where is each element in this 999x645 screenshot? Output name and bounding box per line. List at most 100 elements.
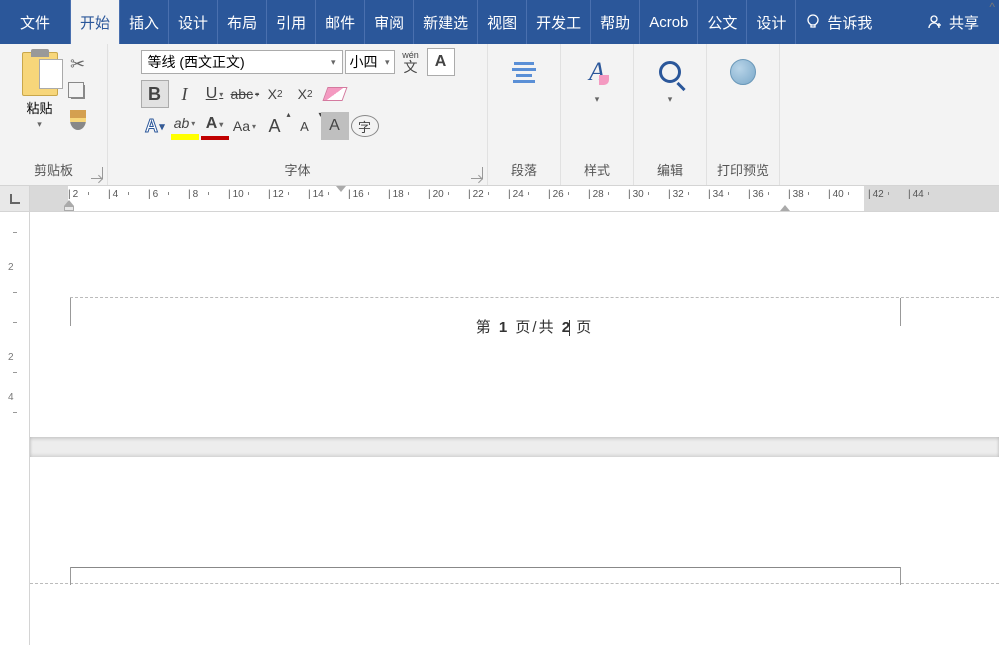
ruler-tick: 36 (748, 189, 764, 200)
font-launcher[interactable] (471, 167, 483, 179)
ruler-tick: 2 (68, 189, 78, 200)
paragraph-button[interactable] (494, 48, 554, 88)
footer-left-margin (70, 298, 71, 326)
strikethrough-button[interactable]: abc▾ (231, 80, 260, 108)
copy-button[interactable] (68, 82, 88, 102)
ribbon-tabs: 文件 开始 插入 设计 布局 引用 邮件 审阅 新建选 视图 开发工 帮助 Ac… (0, 0, 999, 44)
font-size-select[interactable]: 小四 ▾ (345, 50, 395, 74)
text-effects-button[interactable]: A▾ (141, 112, 169, 140)
vruler-tick: 4 (8, 392, 14, 403)
tab-view[interactable]: 视图 (478, 0, 527, 44)
tab-file[interactable]: 文件 (0, 0, 71, 44)
ruler-tick: 6 (148, 189, 158, 200)
ruler-tick: 28 (588, 189, 604, 200)
ruler-tick: 24 (508, 189, 524, 200)
tab-review[interactable]: 审阅 (365, 0, 414, 44)
ruler-tick: 20 (428, 189, 444, 200)
cut-button[interactable]: ✂ (68, 54, 88, 74)
subscript-button[interactable]: X2 (261, 80, 289, 108)
page-gap[interactable] (30, 437, 999, 457)
collapse-ribbon-button[interactable]: ^ (989, 0, 995, 14)
char-shading-button[interactable]: A (321, 112, 349, 140)
print-preview-button[interactable] (713, 48, 773, 88)
grow-font-button[interactable]: A (261, 112, 289, 140)
ruler-tick: 38 (788, 189, 804, 200)
tab-home[interactable]: 开始 (71, 0, 120, 44)
font-group-label: 字体 (284, 156, 310, 185)
ruler-tick: 10 (228, 189, 244, 200)
tab-design[interactable]: 设计 (169, 0, 218, 44)
right-indent-marker[interactable] (780, 205, 790, 211)
header-left-margin (70, 567, 71, 585)
font-color-button[interactable]: A▾ (201, 112, 229, 140)
header-right-margin (900, 567, 901, 585)
print-preview-icon (727, 56, 759, 88)
ruler-tick: 18 (388, 189, 404, 200)
eraser-icon (323, 87, 348, 101)
horizontal-ruler[interactable]: 2468101214161820222426283032343638404244 (30, 186, 999, 211)
pn-prefix: 第 (476, 319, 499, 336)
tab-references[interactable]: 引用 (267, 0, 316, 44)
footer-right-margin (900, 298, 901, 326)
bold-button[interactable]: B (141, 80, 169, 108)
tab-gongwen[interactable]: 公文 (698, 0, 747, 44)
tab-design-2[interactable]: 设计 (747, 0, 796, 44)
editing-group-label: 编辑 (657, 156, 683, 185)
ruler-tick: 12 (268, 189, 284, 200)
lightbulb-icon (805, 14, 821, 30)
shrink-font-button[interactable]: A (291, 112, 319, 140)
tab-share[interactable]: 共享 (907, 0, 999, 44)
tab-layout[interactable]: 布局 (218, 0, 267, 44)
brush-icon (70, 110, 86, 130)
font-name-select[interactable]: 等线 (西文正文) ▾ (141, 50, 343, 74)
ruler-tick: 8 (188, 189, 198, 200)
font-size-value: 小四 (350, 52, 378, 72)
superscript-button[interactable]: X2 (291, 80, 319, 108)
chevron-down-icon: ▾ (385, 57, 390, 68)
tab-tellme[interactable]: 告诉我 (796, 0, 881, 44)
pn-mid: 页/共 (509, 319, 562, 336)
pages-container: 第 1 页/共 2 页 (30, 212, 999, 645)
group-print-preview: 打印预览 (707, 44, 780, 185)
tab-selector[interactable] (0, 186, 30, 211)
ruler-tick: 26 (548, 189, 564, 200)
print-preview-label: 打印预览 (717, 156, 769, 185)
page-2-top[interactable] (30, 457, 999, 645)
tab-developer[interactable]: 开发工 (527, 0, 591, 44)
ruler-tick: 22 (468, 189, 484, 200)
highlight-button[interactable]: ab▾ (171, 112, 199, 140)
page-1-bottom[interactable]: 第 1 页/共 2 页 (30, 212, 999, 437)
clipboard-launcher[interactable] (91, 167, 103, 179)
chevron-down-icon: ▾ (331, 57, 336, 68)
editing-button[interactable]: ▾ (640, 48, 700, 105)
vertical-ruler[interactable]: 224 (0, 212, 30, 645)
phonetic-guide-button[interactable]: wén 文 (397, 48, 425, 76)
font-name-value: 等线 (西文正文) (148, 52, 245, 72)
ruler-tick: 40 (828, 189, 844, 200)
left-indent-marker[interactable] (64, 200, 74, 211)
format-painter-button[interactable] (68, 110, 88, 130)
tab-newtab[interactable]: 新建选 (414, 0, 478, 44)
styles-button[interactable]: A ▾ (567, 48, 627, 105)
tab-insert[interactable]: 插入 (120, 0, 169, 44)
ruler-tick: 32 (668, 189, 684, 200)
tab-acrobat[interactable]: Acrob (640, 0, 698, 44)
paste-icon (22, 52, 58, 96)
first-line-indent-marker[interactable] (336, 186, 346, 211)
tab-help[interactable]: 帮助 (591, 0, 640, 44)
scissors-icon: ✂ (70, 54, 85, 75)
vruler-tick: 2 (8, 262, 14, 273)
ruler-tick: 42 (868, 189, 884, 200)
ruler-tick: 14 (308, 189, 324, 200)
change-case-button[interactable]: Aa▾ (231, 112, 259, 140)
phonetic-main: 文 (404, 60, 418, 74)
underline-button[interactable]: U▾ (201, 80, 229, 108)
footer-area[interactable]: 第 1 页/共 2 页 (70, 297, 999, 437)
italic-button[interactable]: I (171, 80, 199, 108)
char-border-button[interactable]: A (427, 48, 455, 76)
clear-format-button[interactable] (321, 80, 349, 108)
paste-button[interactable]: 粘贴 ▾ (18, 48, 62, 136)
page-number-field[interactable]: 第 1 页/共 2 页 (70, 298, 999, 337)
tab-mailings[interactable]: 邮件 (316, 0, 365, 44)
enclose-char-button[interactable]: 字 (351, 115, 379, 137)
